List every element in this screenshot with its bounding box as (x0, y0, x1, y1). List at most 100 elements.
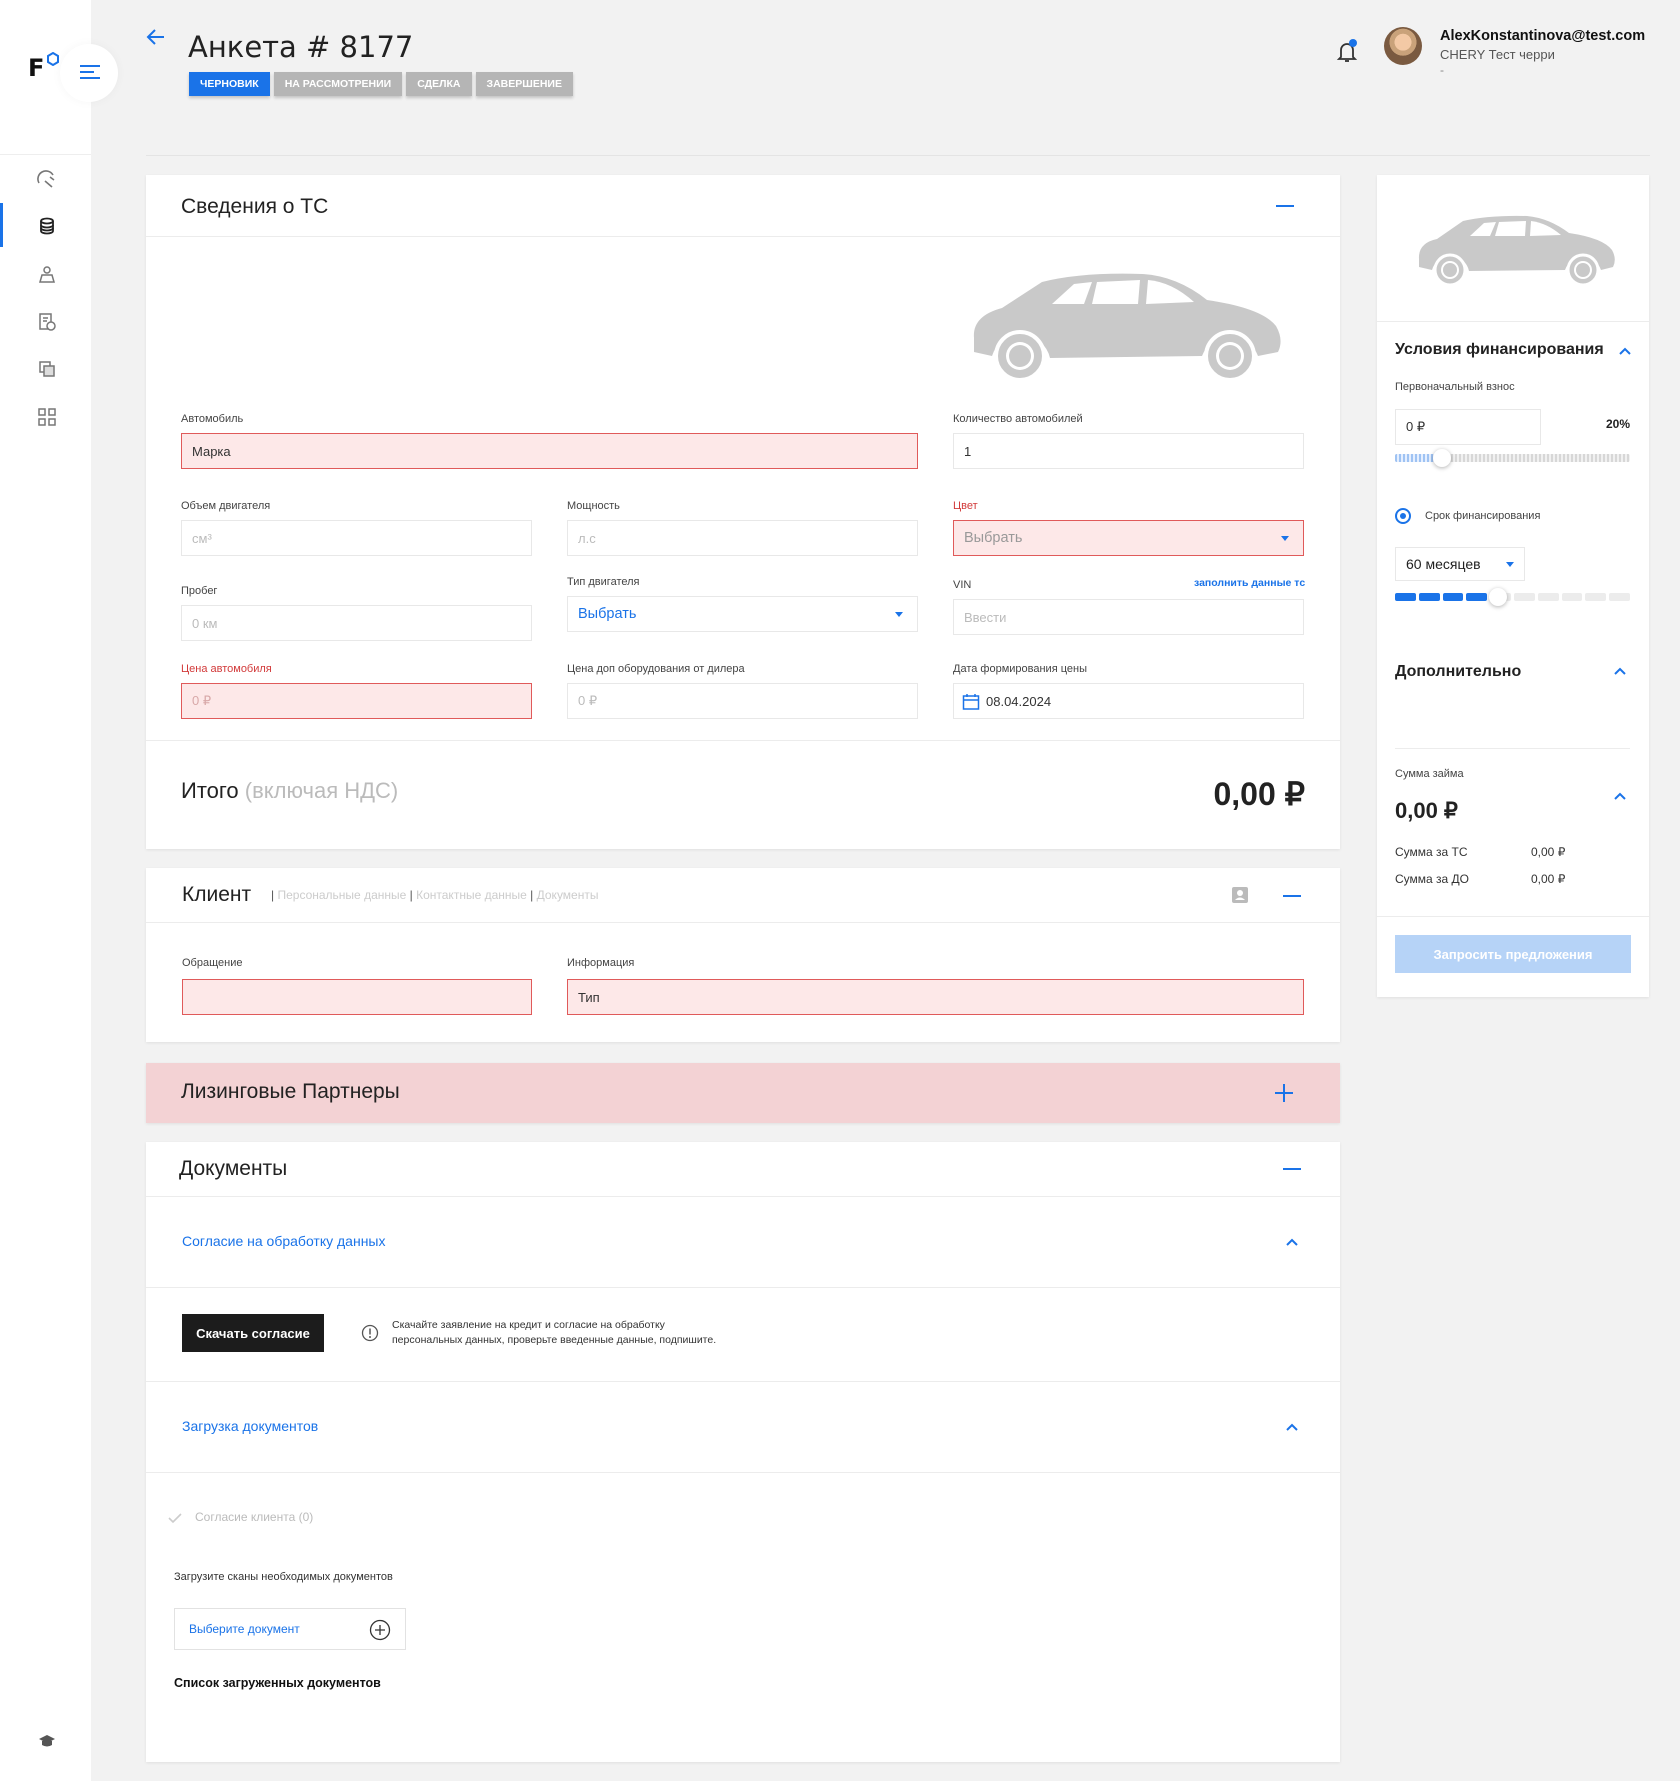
expand-plus-icon[interactable] (1274, 1083, 1294, 1103)
qty-label: Количество автомобилей (953, 413, 1083, 425)
color-select-value: Выбрать (964, 530, 1023, 546)
download-consent-button[interactable]: Скачать согласие (182, 1314, 324, 1352)
chevron-up-icon[interactable] (1286, 1238, 1298, 1246)
card-divider (146, 1196, 1340, 1197)
chevron-up-icon[interactable] (1286, 1423, 1298, 1431)
info-input[interactable]: Тип (567, 979, 1304, 1015)
back-arrow-icon[interactable] (146, 28, 166, 46)
sidebar-divider (0, 154, 91, 155)
price-date-input[interactable]: 08.04.2024 (953, 683, 1304, 719)
power-label: Мощность (567, 500, 620, 512)
term-slider-segment (1513, 593, 1535, 601)
car-price-label: Цена автомобиля (181, 663, 272, 675)
term-slider-segment (1466, 593, 1488, 601)
financing-panel: Условия финансирования Первоначальный вз… (1377, 175, 1649, 997)
chevron-up-icon[interactable] (1614, 667, 1626, 675)
card-divider (146, 1287, 1340, 1288)
collapse-minus-icon[interactable] (1283, 895, 1301, 897)
financing-title: Условия финансирования (1395, 341, 1604, 358)
additional-title: Дополнительно (1395, 663, 1522, 680)
grid-apps-icon[interactable] (36, 406, 58, 428)
tab-personal-data[interactable]: Персональные данные (277, 888, 406, 902)
term-slider-segment (1418, 593, 1440, 601)
total-value: 0,00 ₽ (1213, 776, 1305, 812)
select-document-label: Выберите документ (189, 1622, 300, 1636)
layers-copy-icon[interactable] (36, 358, 58, 380)
leasing-partners-card[interactable]: Лизинговые Партнеры (146, 1063, 1340, 1123)
panel-divider (1395, 748, 1630, 749)
tab-contact-data[interactable]: Контактные данные (416, 888, 527, 902)
extra-equipment-price-input[interactable]: 0 ₽ (567, 683, 918, 719)
notification-bell-icon[interactable] (1336, 38, 1358, 64)
dashboard-gauge-icon[interactable] (36, 168, 58, 190)
price-date-label: Дата формирования цены (953, 663, 1087, 675)
color-select[interactable]: Выбрать (953, 520, 1304, 556)
mileage-label: Пробег (181, 585, 218, 597)
term-radio[interactable] (1395, 508, 1411, 524)
graduation-cap-icon[interactable] (38, 1734, 56, 1750)
collapse-minus-icon[interactable] (1283, 1168, 1301, 1170)
car-price-input[interactable]: 0 ₽ (181, 683, 532, 719)
loan-sum-label: Сумма займа (1395, 768, 1464, 780)
vehicle-sum-label: Сумма за ТС (1395, 845, 1468, 859)
card-divider (146, 1472, 1340, 1473)
card-divider (146, 236, 1340, 237)
user-organization: CHERY Тест черри (1440, 47, 1555, 62)
down-payment-input[interactable]: 0 ₽ (1395, 409, 1541, 445)
step-complete: ЗАВЕРШЕНИЕ (475, 72, 573, 96)
term-label: Срок финансирования (1425, 510, 1541, 522)
collapse-minus-icon[interactable] (1276, 205, 1294, 207)
engine-type-select[interactable]: Выбрать (567, 596, 918, 632)
car-label: Автомобиль (181, 413, 244, 425)
document-clock-icon[interactable] (36, 311, 58, 333)
header-divider (146, 155, 1650, 156)
power-input[interactable]: л.с (567, 520, 918, 556)
add-circle-icon[interactable] (369, 1619, 391, 1641)
chevron-down-icon (1506, 562, 1514, 567)
contact-card-icon[interactable] (1231, 886, 1249, 904)
car-input[interactable]: Марка (181, 433, 918, 469)
salutation-input[interactable] (182, 979, 532, 1015)
sidebar-active-indicator (0, 203, 3, 247)
card-divider (1377, 916, 1649, 917)
user-avatar[interactable] (1384, 27, 1422, 65)
status-steps: ЧЕРНОВИК НА РАССМОТРЕНИИ СДЕЛКА ЗАВЕРШЕН… (189, 72, 573, 96)
term-slider-handle[interactable] (1489, 588, 1508, 606)
calendar-icon (962, 694, 980, 710)
term-slider-segment (1609, 593, 1630, 601)
vehicle-sum-value: 0,00 ₽ (1531, 845, 1566, 859)
term-slider[interactable] (1395, 593, 1630, 601)
engine-volume-label: Объем двигателя (181, 500, 271, 512)
vin-label: VIN (953, 579, 972, 591)
select-document-button[interactable]: Выберите документ (174, 1608, 406, 1650)
total-vat-note: (включая НДС) (244, 778, 399, 803)
card-divider (146, 740, 1340, 741)
consent-section-link[interactable]: Согласие на обработку данных (182, 1233, 386, 1249)
salutation-label: Обращение (182, 957, 243, 969)
term-select[interactable]: 60 месяцев (1395, 547, 1525, 581)
qty-input[interactable]: 1 (953, 433, 1304, 469)
mileage-input[interactable]: 0 км (181, 605, 532, 641)
user-extra: - (1440, 63, 1444, 77)
fill-vehicle-data-link[interactable]: заполнить данные тс (1194, 577, 1305, 589)
consent-instructions-line1: Скачайте заявление на кредит и согласие … (392, 1319, 665, 1331)
hamburger-menu-icon[interactable] (80, 64, 100, 80)
upload-section-link[interactable]: Загрузка документов (182, 1418, 318, 1434)
tab-documents[interactable]: Документы (537, 888, 599, 902)
down-payment-slider-handle[interactable] (1433, 449, 1451, 467)
vin-input[interactable]: Ввести (953, 599, 1304, 635)
term-slider-segment (1395, 593, 1416, 601)
engine-type-value: Выбрать (578, 606, 637, 622)
page-title: Анкета # 8177 (188, 30, 414, 64)
color-label: Цвет (953, 500, 978, 512)
chevron-up-icon[interactable] (1619, 347, 1631, 355)
term-slider-segment (1585, 593, 1607, 601)
card-divider (146, 922, 1340, 923)
engine-volume-input[interactable]: см³ (181, 520, 532, 556)
request-offers-button[interactable]: Запросить предложения (1395, 935, 1631, 973)
consent-instructions: Скачайте заявление на кредит и согласие … (392, 1318, 716, 1348)
chevron-up-icon[interactable] (1614, 792, 1626, 800)
coins-stack-icon[interactable] (36, 216, 58, 238)
user-desk-icon[interactable] (36, 264, 58, 286)
card-divider (146, 1381, 1340, 1382)
